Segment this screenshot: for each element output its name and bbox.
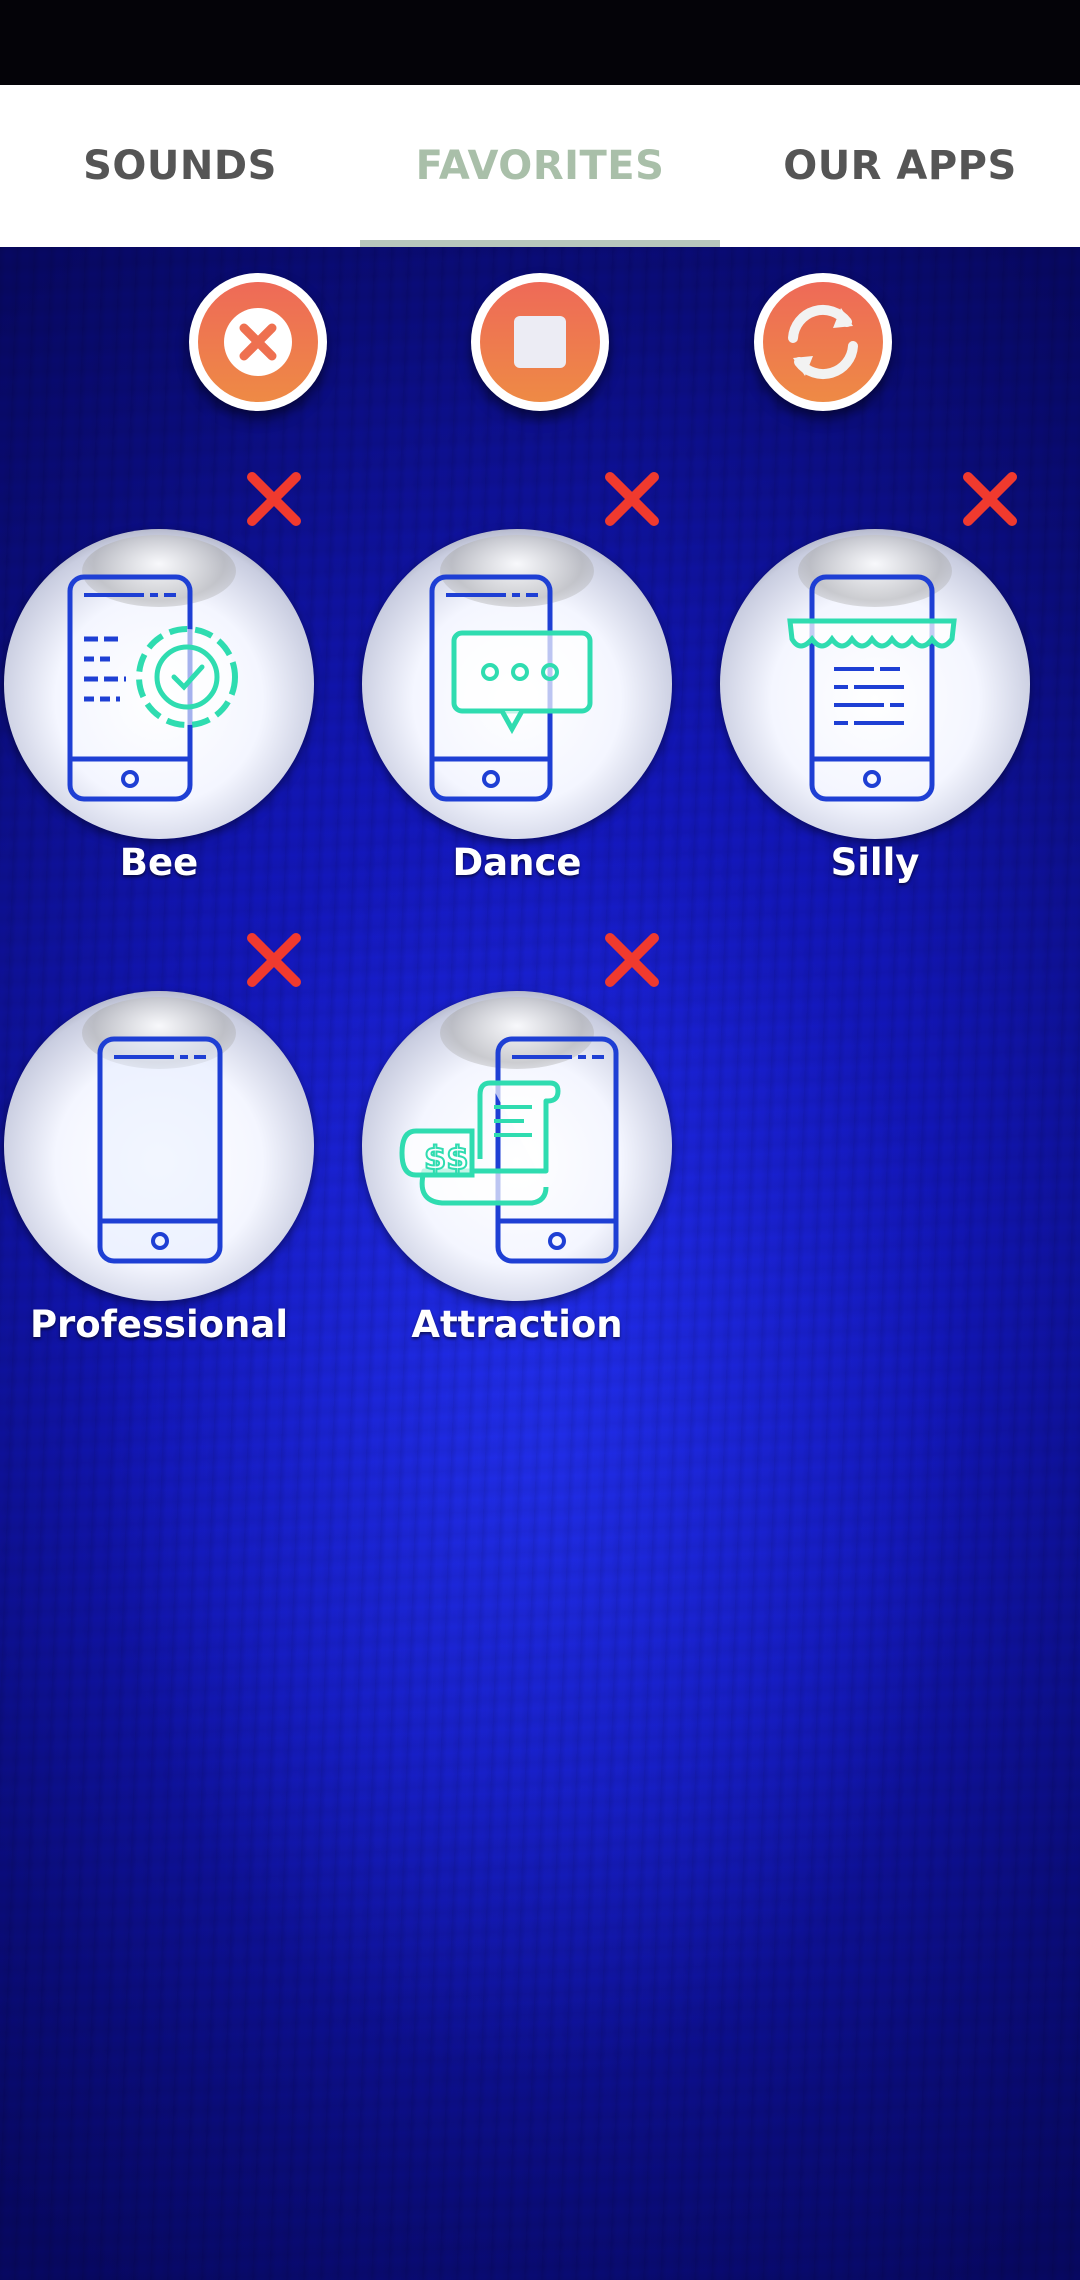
- sound-orb: $$: [362, 991, 672, 1301]
- remove-bee-button[interactable]: [246, 471, 302, 527]
- phone-chat-icon: [429, 574, 593, 802]
- phone-icon: [97, 1036, 223, 1264]
- clear-favorites-button[interactable]: [189, 273, 327, 411]
- tab-sounds[interactable]: SOUNDS: [0, 85, 360, 247]
- refresh-button[interactable]: [754, 273, 892, 411]
- favorites-panel: Bee Dance Silly Professional $$ Attracti…: [0, 247, 1080, 2280]
- tab-bar: SOUNDS FAVORITES OUR APPS: [0, 85, 1080, 247]
- remove-professional-button[interactable]: [246, 932, 302, 988]
- favorite-label: Silly: [830, 841, 920, 884]
- stop-button[interactable]: [471, 273, 609, 411]
- sound-orb: [720, 529, 1030, 839]
- remove-attraction-button[interactable]: [604, 932, 660, 988]
- favorite-label: Bee: [119, 841, 199, 884]
- sound-orb: [362, 529, 672, 839]
- favorite-label: Attraction: [411, 1303, 623, 1346]
- svg-text:$$: $$: [424, 1139, 469, 1177]
- sound-orb: [4, 529, 314, 839]
- phone-receipt-icon: $$: [399, 1036, 619, 1264]
- sound-orb: [4, 991, 314, 1301]
- close-icon: [605, 933, 659, 987]
- status-bar: [0, 0, 1080, 85]
- tab-our-apps[interactable]: OUR APPS: [720, 85, 1080, 247]
- remove-silly-button[interactable]: [962, 471, 1018, 527]
- refresh-icon: [763, 282, 883, 402]
- close-circle-icon: [198, 282, 318, 402]
- remove-dance-button[interactable]: [604, 471, 660, 527]
- close-icon: [963, 472, 1017, 526]
- phone-shop-icon: [787, 574, 957, 802]
- favorite-label: Dance: [452, 841, 582, 884]
- close-icon: [247, 472, 301, 526]
- phone-gear-icon: [67, 574, 238, 802]
- close-icon: [605, 472, 659, 526]
- tab-favorites[interactable]: FAVORITES: [360, 85, 720, 247]
- stop-icon: [480, 282, 600, 402]
- favorite-label: Professional: [29, 1303, 289, 1346]
- active-tab-indicator: [360, 240, 720, 247]
- close-icon: [247, 933, 301, 987]
